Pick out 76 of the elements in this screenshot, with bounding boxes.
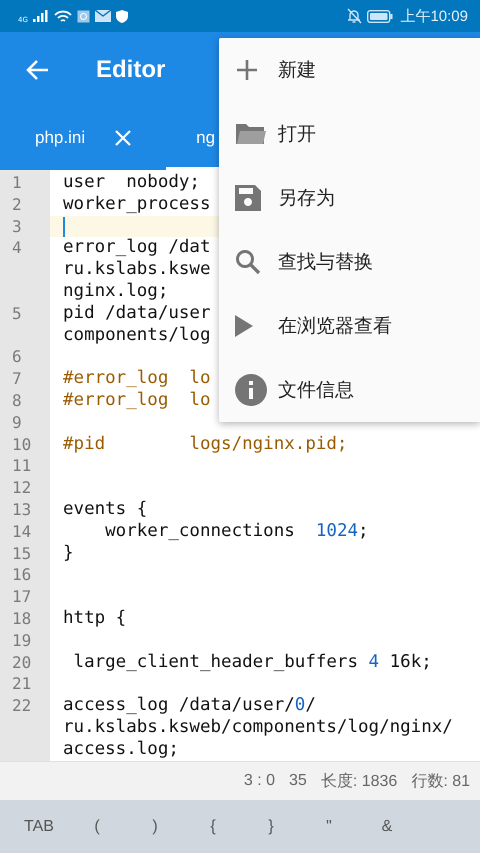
clock-time: 上午10:09 <box>400 6 468 26</box>
line-number: 22 <box>11 695 32 718</box>
close-icon[interactable] <box>115 130 132 146</box>
line-number: 20 <box>11 652 32 674</box>
signal-icon <box>32 10 49 22</box>
line-number: 7 <box>11 368 23 390</box>
line-number: 16 <box>11 564 32 586</box>
shield-icon <box>116 10 128 22</box>
line-number: 12 <box>11 477 32 499</box>
mail-icon <box>94 10 111 22</box>
search-icon <box>235 249 261 275</box>
menu-item[interactable]: 查找与替换 <box>219 230 480 294</box>
menu-item[interactable]: 在浏览器查看 <box>219 294 480 358</box>
file-tab[interactable]: php.ini <box>0 108 166 170</box>
line-number: 14 <box>11 520 32 543</box>
line-number: 15 <box>11 542 32 564</box>
code-text: access.log; <box>63 738 179 761</box>
code-text: pid /data/user <box>63 302 211 325</box>
code-text: worker_process <box>63 194 211 216</box>
back-arrow-icon[interactable] <box>26 59 50 81</box>
wifi-icon <box>54 10 72 22</box>
symbol-key[interactable]: } <box>242 818 300 836</box>
code-text: events { <box>63 498 148 521</box>
play-icon <box>235 315 253 337</box>
app-title: Editor <box>96 56 166 84</box>
image-icon <box>76 10 90 22</box>
line-number: 10 <box>11 434 32 456</box>
code-text: large_client_header_buffers 4 16k; <box>72 652 432 674</box>
status-text: 行数: 81 <box>411 772 470 792</box>
symbol-key[interactable]: ( <box>68 818 126 836</box>
code-text: user nobody; <box>63 172 200 194</box>
code-text: http { <box>63 608 126 630</box>
line-number: 13 <box>11 498 32 521</box>
line-number: 2 <box>11 194 23 216</box>
symbol-key[interactable]: & <box>358 818 416 836</box>
symbol-key[interactable]: TAB <box>10 818 68 836</box>
code-text: nginx.log; <box>63 280 168 303</box>
text-cursor <box>63 216 65 237</box>
code-text: #pid logs/nginx.pid; <box>63 434 348 456</box>
status-text: 长度: 1836 <box>320 772 398 792</box>
folder-icon <box>235 122 267 146</box>
code-text: access_log /data/user/0/ <box>63 695 316 717</box>
battery-icon <box>367 10 394 22</box>
line-number: 3 <box>11 216 23 238</box>
status-text: 3 : 0 <box>244 772 276 790</box>
menu-item[interactable]: 另存为 <box>219 166 480 230</box>
save-icon <box>235 185 261 211</box>
line-number: 18 <box>11 608 32 630</box>
line-number: 4 <box>11 237 23 260</box>
menu-item[interactable]: 打开 <box>219 102 480 166</box>
code-text: #error_log lo <box>63 368 211 390</box>
bell-off-icon <box>346 8 362 24</box>
code-text: ru.kslabs.ksweb/components/log/nginx/ <box>63 716 453 739</box>
code-text: ru.kslabs.kswe <box>63 259 211 281</box>
code-text: worker_connections 1024; <box>104 520 369 543</box>
line-number: 8 <box>11 390 23 412</box>
symbol-key[interactable]: { <box>184 818 242 836</box>
code-text: error_log /dat <box>63 237 211 260</box>
line-number: 19 <box>11 630 32 652</box>
line-number: 11 <box>11 455 32 478</box>
menu-item[interactable]: 新建 <box>219 38 480 102</box>
line-number: 1 <box>11 172 23 194</box>
code-text: components/log <box>63 324 211 346</box>
code-text: #error_log lo <box>63 390 211 412</box>
symbol-key[interactable]: ) <box>126 818 184 836</box>
menu-item[interactable]: 文件信息 <box>219 358 480 422</box>
line-number: 6 <box>11 346 23 368</box>
info-icon <box>235 374 267 406</box>
plus-icon <box>235 58 259 82</box>
line-number: 17 <box>11 586 32 608</box>
line-number: 21 <box>11 673 32 696</box>
line-number: 5 <box>11 302 23 325</box>
code-text: } <box>63 542 74 564</box>
status-text: 35 <box>289 772 307 790</box>
line-number: 9 <box>11 412 23 434</box>
symbol-key[interactable]: " <box>300 818 358 836</box>
